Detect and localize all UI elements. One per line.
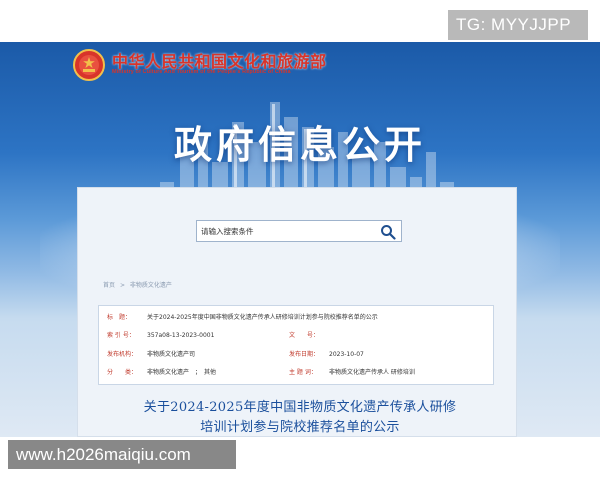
info-row-category: 分 类： 非物质文化遗产 ； 其他 主 题 词： 非物质文化遗产传承人 研修培训 [107,367,487,379]
site-watermark: www.h2026maiqiu.com [8,440,236,469]
article-title-line1: 关于2024-2025年度中国非物质文化遗产传承人研修 [143,400,457,415]
title-label: 标 题： [107,314,132,321]
ministry-name-en: Ministry of Culture And Tourism of the P… [112,69,291,75]
breadcrumb-category[interactable]: 非物质文化遗产 [130,282,172,289]
info-table: 标 题： 关于2024-2025年度中国非物质文化遗产传承人研修培训计划参与院校推… [98,305,494,385]
org-value: 非物质文化遗产司 [147,351,196,358]
breadcrumb-separator: > [119,282,125,289]
topic-value: 非物质文化遗产传承人 研修培训 [329,369,415,376]
search-input[interactable] [197,221,377,241]
org-label: 发布机构： [107,351,138,358]
breadcrumb-home[interactable]: 首页 [103,282,115,289]
national-emblem-icon [73,49,105,81]
date-label: 发布日期： [289,351,320,358]
search-box [196,220,402,242]
category-value: 非物质文化遗产 ； 其他 [147,369,217,376]
search-icon[interactable] [380,224,396,240]
breadcrumb: 首页 > 非物质文化遗产 [103,280,175,289]
index-value: 357a08-13-2023-0001 [147,332,215,339]
docno-label: 文 号： [289,332,320,339]
index-label: 索 引 号： [107,332,135,339]
date-value: 2023-10-07 [329,351,364,358]
info-row-org: 发布机构： 非物质文化遗产司 发布日期： 2023-10-07 [107,349,487,361]
tg-badge: TG: MYYJJPP [448,10,588,40]
article-title-line2: 培训计划参与院校推荐名单的公示 [200,420,400,435]
info-row-index: 索 引 号： 357a08-13-2023-0001 文 号： [107,330,487,342]
page-title: 政府信息公开 [173,123,426,167]
category-label: 分 类： [107,369,138,376]
info-row-title: 标 题： 关于2024-2025年度中国非物质文化遗产传承人研修培训计划参与院校推… [107,312,378,324]
title-value: 关于2024-2025年度中国非物质文化遗产传承人研修培训计划参与院校推荐名单的… [147,314,378,321]
topic-label: 主 题 词： [289,369,317,376]
